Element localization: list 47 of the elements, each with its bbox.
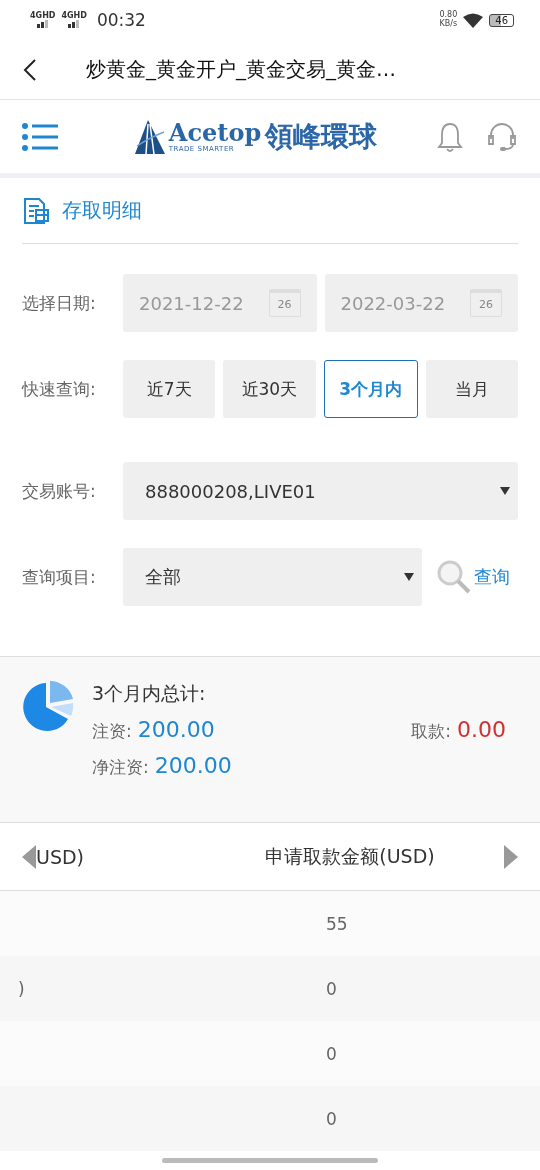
deposit-label: 注资: (92, 720, 132, 743)
back-icon[interactable] (23, 57, 37, 82)
field-label: 交易账号: (22, 479, 97, 503)
table-cell: 55 (326, 913, 348, 934)
brand-name-chinese: 領峰環球 (265, 118, 378, 155)
quick-range-button[interactable]: 当月 (425, 360, 518, 418)
left-arrow-icon[interactable] (22, 844, 36, 869)
search-icon (436, 559, 472, 595)
battery-level: 46 (489, 13, 514, 27)
pie-chart-icon (22, 681, 74, 733)
bell-icon[interactable] (434, 120, 466, 153)
withdraw-label: 取款: (411, 720, 451, 743)
summary-title: 3个月内总计: (92, 681, 207, 706)
wifi-icon (463, 12, 484, 28)
network-speed: 0.80 KB/s (439, 11, 458, 29)
withdraw-amount: 0.00 (457, 717, 506, 742)
logo-icon (134, 119, 165, 154)
column-header: USD) (36, 845, 85, 868)
caret-icon (500, 487, 510, 495)
quick-range-button[interactable]: 3个月内 (323, 360, 418, 418)
field-label: 快速查询: (22, 377, 97, 401)
table-cell: 0 (326, 978, 337, 999)
table-cell: ) (18, 978, 25, 999)
brand-name: Acetop (168, 120, 262, 145)
document-icon (22, 196, 50, 225)
clock-time: 00:32 (96, 10, 146, 30)
search-button[interactable]: 查询 (430, 559, 518, 595)
net-amount: 200.00 (154, 753, 232, 778)
account-dropdown[interactable]: 888000208,LIVE01 (123, 462, 518, 520)
caret-icon (404, 573, 414, 581)
table-cell: 0 (326, 1108, 337, 1129)
table-cell: 0 (326, 1043, 337, 1064)
net-label: 净注资: (92, 756, 149, 779)
field-label: 查询项目: (22, 565, 97, 589)
menu-icon[interactable] (22, 122, 58, 151)
column-header: 申请取款金额(USD) (264, 843, 436, 869)
section-title: 存取明细 (62, 197, 142, 224)
calendar-icon: 26 (470, 289, 502, 317)
deposit-amount: 200.00 (137, 717, 215, 742)
calendar-icon: 26 (268, 289, 301, 317)
field-label: 选择日期: (22, 291, 97, 315)
item-dropdown[interactable]: 全部 (123, 548, 422, 606)
headset-icon[interactable] (486, 120, 518, 153)
page-title: 炒黄金_黄金开户_黄金交易_黄金… (86, 56, 396, 83)
right-arrow-icon[interactable] (504, 844, 518, 869)
quick-range-button[interactable]: 近30天 (223, 360, 316, 418)
quick-range-button[interactable]: 近7天 (123, 360, 216, 418)
